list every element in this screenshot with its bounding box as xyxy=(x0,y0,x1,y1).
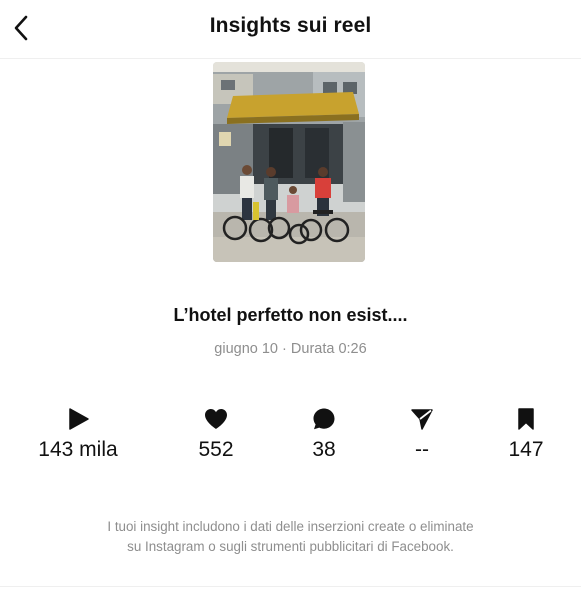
header-divider xyxy=(0,58,581,59)
bottom-divider xyxy=(0,586,581,587)
stat-plays: 143 mila xyxy=(18,406,138,462)
heart-icon xyxy=(205,409,227,429)
insights-disclaimer: I tuoi insight includono i dati delle in… xyxy=(10,517,571,557)
reel-meta: giugno 10 · Durata 0:26 xyxy=(0,341,581,357)
stat-shares-value: -- xyxy=(415,438,429,461)
share-icon xyxy=(411,409,433,430)
reel-date: giugno 10 xyxy=(214,341,278,357)
stat-saves-value: 147 xyxy=(508,438,544,461)
stat-likes: 552 xyxy=(156,406,276,462)
reel-duration: Durata 0:26 xyxy=(290,341,367,357)
disclaimer-line-1: I tuoi insight includono i dati delle in… xyxy=(107,519,474,534)
reel-thumbnail[interactable] xyxy=(213,62,365,262)
stat-saves: 147 xyxy=(466,406,581,462)
stat-plays-value: 143 mila xyxy=(38,438,118,461)
meta-separator: · xyxy=(282,341,287,357)
page-title: Insights sui reel xyxy=(209,14,372,37)
disclaimer-line-2: su Instagram o sugli strumenti pubblicit… xyxy=(127,539,454,554)
stat-shares: -- xyxy=(362,406,482,462)
bookmark-icon xyxy=(518,408,534,430)
reel-caption: L’hotel perfetto non esist.... xyxy=(173,305,408,325)
reel-thumbnail-image xyxy=(213,62,365,262)
top-bar: Insights sui reel xyxy=(0,0,581,56)
comment-icon xyxy=(313,408,335,430)
stat-likes-value: 552 xyxy=(198,438,234,461)
play-icon xyxy=(69,408,89,430)
